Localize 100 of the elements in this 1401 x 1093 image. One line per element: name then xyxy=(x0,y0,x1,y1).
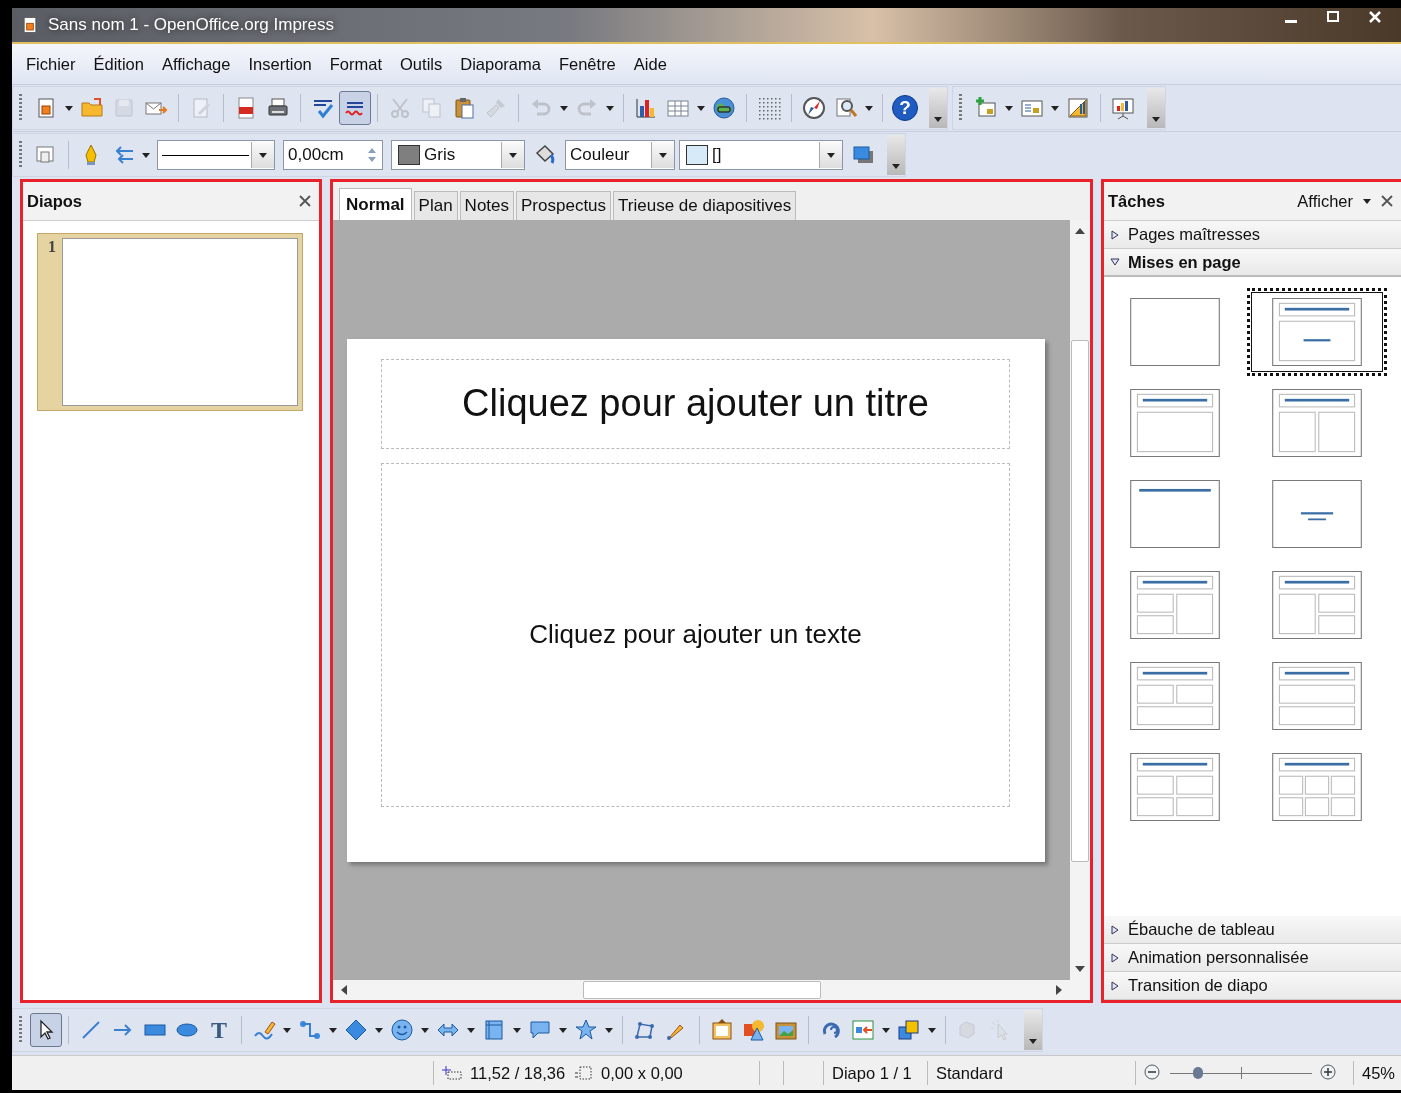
caret-icon xyxy=(659,152,667,158)
caret-icon xyxy=(65,105,73,111)
projector-screen-icon xyxy=(1111,96,1135,120)
scroll-up-icon[interactable] xyxy=(1075,228,1085,234)
scroll-down-icon[interactable] xyxy=(1075,966,1085,972)
area-fill-dropdown[interactable]: [] xyxy=(679,140,843,170)
caret-icon xyxy=(259,152,267,158)
slide-thumbnail[interactable]: 1 xyxy=(37,233,303,411)
menu-item[interactable]: Fichier xyxy=(18,52,84,76)
caret-icon xyxy=(467,1027,475,1033)
bar-chart-icon xyxy=(634,96,658,120)
caret-icon xyxy=(329,1027,337,1033)
toolbar-overflow-button[interactable] xyxy=(929,88,947,128)
menu-item[interactable]: Affichage xyxy=(153,52,239,76)
caret-icon xyxy=(934,117,942,122)
flowchart-icon xyxy=(482,1018,506,1042)
toolbar-grip[interactable] xyxy=(959,94,962,122)
caret-icon xyxy=(827,152,835,158)
pane-title: Diapos xyxy=(27,191,82,211)
compass-icon xyxy=(802,96,826,120)
zoom-in-button[interactable] xyxy=(1320,1064,1338,1082)
zoom-out-button[interactable] xyxy=(1144,1064,1162,1082)
caret-icon xyxy=(865,105,873,111)
caret-icon xyxy=(421,1027,429,1033)
menu-item[interactable]: Fenêtre xyxy=(550,52,624,76)
folder-icon xyxy=(80,96,104,120)
globe-icon xyxy=(712,96,736,120)
toolbar-grip[interactable] xyxy=(19,94,22,122)
expand-triangle-icon xyxy=(1110,952,1120,963)
caret-icon xyxy=(697,105,705,111)
view-tab[interactable]: Notes xyxy=(459,191,515,220)
section-header[interactable]: Mises en page xyxy=(1104,249,1401,277)
slide-indicator: Diapo 1 / 1 xyxy=(832,1063,912,1083)
clipboard-icon xyxy=(452,96,476,120)
align-icon xyxy=(851,1018,875,1042)
close-button[interactable] xyxy=(297,193,313,209)
caret-icon xyxy=(559,1027,567,1033)
view-menu-button[interactable]: Afficher xyxy=(1297,191,1353,211)
master-page-name: Standard xyxy=(936,1063,1003,1083)
line-width-field[interactable]: 0,00cm xyxy=(283,140,383,170)
area-style-dropdown[interactable]: Couleur xyxy=(565,140,675,170)
caret-icon xyxy=(560,105,568,111)
placeholder-text: Cliquez pour ajouter un titre xyxy=(462,382,929,425)
section-header[interactable]: Transition de diapo xyxy=(1104,972,1401,1000)
frame-icon xyxy=(710,1018,734,1042)
pane-title: Tâches xyxy=(1108,191,1165,211)
star-icon xyxy=(574,1018,598,1042)
caret-icon xyxy=(513,1027,521,1033)
caret-icon xyxy=(375,1027,383,1033)
view-tab[interactable]: Plan xyxy=(413,191,458,220)
content-placeholder[interactable]: Cliquez pour ajouter un texte xyxy=(381,462,1010,807)
magnifier-icon xyxy=(834,96,858,120)
toolbar-grip[interactable] xyxy=(19,141,22,169)
view-tab[interactable]: Trieuse de diapositives xyxy=(613,191,797,220)
section-header[interactable]: Ébauche de tableau xyxy=(1104,916,1401,944)
close-button[interactable] xyxy=(1379,193,1395,209)
position-icon xyxy=(442,1066,462,1080)
section-header[interactable]: Animation personnalisée xyxy=(1104,944,1401,972)
title-placeholder[interactable]: Cliquez pour ajouter un titre xyxy=(381,358,1010,449)
caret-icon xyxy=(605,1027,613,1033)
slide-number: 1 xyxy=(48,238,56,257)
scroll-right-icon[interactable] xyxy=(1056,985,1062,995)
dot-grid-icon xyxy=(757,96,781,120)
caret-icon xyxy=(1029,1039,1037,1044)
window-title: Sans nom 1 - OpenOffice.org Impress xyxy=(48,15,334,35)
paintbrush-icon xyxy=(484,96,508,120)
placeholder-text: Cliquez pour ajouter un texte xyxy=(529,619,862,650)
toolbar-overflow-button[interactable] xyxy=(1147,88,1165,128)
view-tab[interactable]: Prospectus xyxy=(516,191,612,220)
toolbar-overflow-button[interactable] xyxy=(887,135,905,175)
connector-icon xyxy=(298,1018,322,1042)
maximize-icon xyxy=(1326,10,1340,24)
new-slide-icon xyxy=(974,96,998,120)
menu-item[interactable]: Insertion xyxy=(240,52,320,76)
help-button[interactable]: ? xyxy=(892,95,918,121)
menu-item[interactable]: Diaporama xyxy=(452,52,549,76)
caret-icon xyxy=(1363,198,1371,204)
line-color-dropdown[interactable]: Gris xyxy=(391,140,525,170)
menu-item[interactable]: Outils xyxy=(392,52,451,76)
line-style-dropdown[interactable] xyxy=(157,140,275,170)
layout-thumbnail[interactable] xyxy=(1247,288,1387,376)
menu-item[interactable]: Aide xyxy=(625,52,675,76)
toolbar-grip[interactable] xyxy=(19,1016,22,1044)
section-header[interactable]: Pages maîtresses xyxy=(1104,221,1401,249)
caret-icon xyxy=(928,1027,936,1033)
expand-triangle-icon xyxy=(1110,980,1120,991)
view-tab[interactable]: Normal xyxy=(339,188,412,220)
minimize-icon xyxy=(1285,19,1297,23)
scroll-left-icon[interactable] xyxy=(341,985,347,995)
close-icon xyxy=(1368,10,1382,24)
caret-icon xyxy=(142,152,150,158)
menu-item[interactable]: Édition xyxy=(85,52,152,76)
copy-icon xyxy=(420,96,444,120)
toolbar-button[interactable] xyxy=(30,1013,62,1047)
toolbar-overflow-button[interactable] xyxy=(1024,1010,1042,1050)
caret-icon xyxy=(1051,105,1059,111)
text-tool-button[interactable]: T xyxy=(203,1013,235,1047)
zoom-percentage: 45% xyxy=(1362,1063,1396,1083)
menu-item[interactable]: Format xyxy=(321,52,391,76)
toolbar-button[interactable] xyxy=(339,91,371,125)
